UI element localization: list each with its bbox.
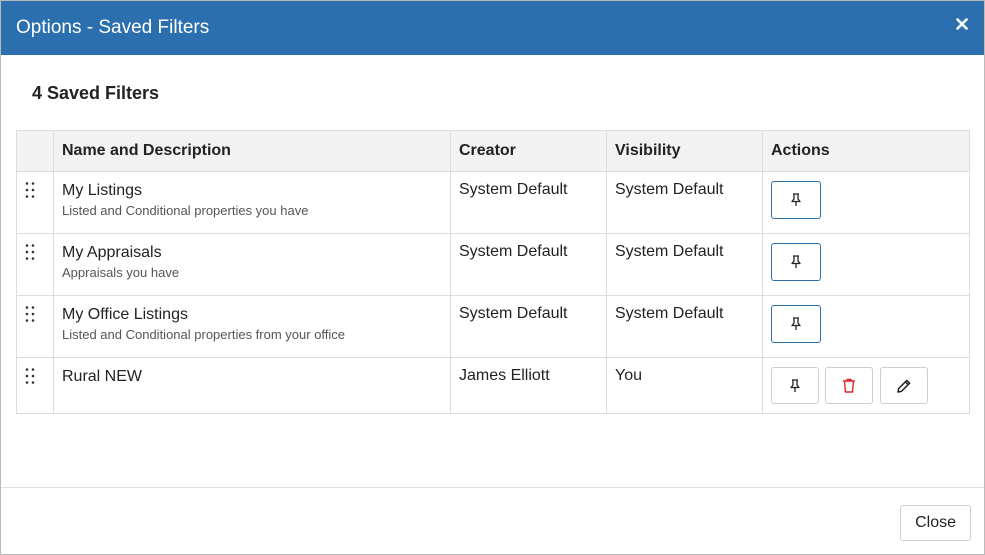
creator-cell: James Elliott	[450, 357, 607, 414]
pencil-icon	[897, 379, 911, 393]
name-cell: My Listings Listed and Conditional prope…	[53, 171, 451, 234]
drag-handle-cell[interactable]	[16, 171, 54, 234]
creator-column-header: Creator	[450, 130, 607, 172]
saved-filters-count: 4 Saved Filters	[32, 83, 160, 103]
creator-cell: System Default	[450, 295, 607, 358]
creator-cell: System Default	[450, 233, 607, 296]
pin-button[interactable]	[771, 181, 821, 219]
pin-icon	[791, 193, 801, 206]
drag-handle-cell[interactable]	[16, 357, 54, 414]
drag-handle-icon[interactable]	[25, 305, 35, 323]
modal-body: 4 Saved Filters Name and Description Cre…	[1, 55, 984, 414]
name-cell: My Appraisals Appraisals you have	[53, 233, 451, 296]
visibility-cell: System Default	[606, 171, 763, 234]
delete-button[interactable]	[825, 367, 874, 404]
pin-icon	[790, 378, 800, 392]
pin-button[interactable]	[771, 243, 821, 281]
visibility-cell: System Default	[606, 233, 763, 296]
modal-title: Options - Saved Filters	[16, 17, 210, 38]
visibility-cell: System Default	[606, 295, 763, 358]
actions-cell	[762, 171, 970, 234]
modal-footer: Close	[1, 487, 984, 554]
name-cell: My Office Listings Listed and Conditiona…	[53, 295, 451, 358]
visibility-column-header: Visibility	[606, 130, 763, 172]
pin-icon	[791, 255, 801, 268]
filter-description: Appraisals you have	[62, 265, 180, 280]
modal-header: Options - Saved Filters	[1, 1, 984, 55]
table-row: My Appraisals Appraisals you have System…	[16, 233, 970, 296]
trash-icon	[843, 378, 856, 393]
edit-button[interactable]	[879, 367, 928, 404]
drag-handle-cell[interactable]	[16, 233, 54, 296]
saved-filters-modal: Options - Saved Filters 4 Saved Filters …	[0, 0, 985, 555]
saved-filters-table: Name and Description Creator Visibility …	[16, 130, 970, 414]
filter-description: Listed and Conditional properties from y…	[62, 327, 346, 342]
filter-name: My Listings	[62, 182, 143, 199]
filter-description: Listed and Conditional properties you ha…	[62, 203, 309, 218]
name-column-header: Name and Description	[53, 130, 451, 172]
filter-name: My Appraisals	[62, 244, 162, 261]
close-button[interactable]: Close	[900, 505, 971, 541]
pin-button[interactable]	[771, 305, 821, 343]
drag-handle-icon[interactable]	[25, 367, 35, 385]
table-row: My Listings Listed and Conditional prope…	[16, 171, 970, 234]
creator-cell: System Default	[450, 171, 607, 234]
drag-handle-cell[interactable]	[16, 295, 54, 358]
name-cell: Rural NEW	[53, 357, 451, 414]
drag-handle-icon[interactable]	[25, 181, 35, 199]
table-row: My Office Listings Listed and Conditiona…	[16, 295, 970, 358]
filter-name: My Office Listings	[62, 306, 188, 323]
actions-cell	[762, 233, 970, 296]
pin-button[interactable]	[771, 367, 819, 404]
table-header-row: Name and Description Creator Visibility …	[16, 130, 970, 172]
close-icon[interactable]	[954, 16, 970, 32]
table-row: Rural NEW James Elliott You	[16, 357, 970, 414]
drag-column-header	[16, 130, 54, 172]
actions-column-header: Actions	[762, 130, 970, 172]
drag-handle-icon[interactable]	[25, 243, 35, 261]
pin-icon	[791, 317, 801, 330]
actions-cell	[762, 357, 970, 414]
filter-name: Rural NEW	[62, 368, 143, 385]
actions-cell	[762, 295, 970, 358]
visibility-cell: You	[606, 357, 763, 414]
